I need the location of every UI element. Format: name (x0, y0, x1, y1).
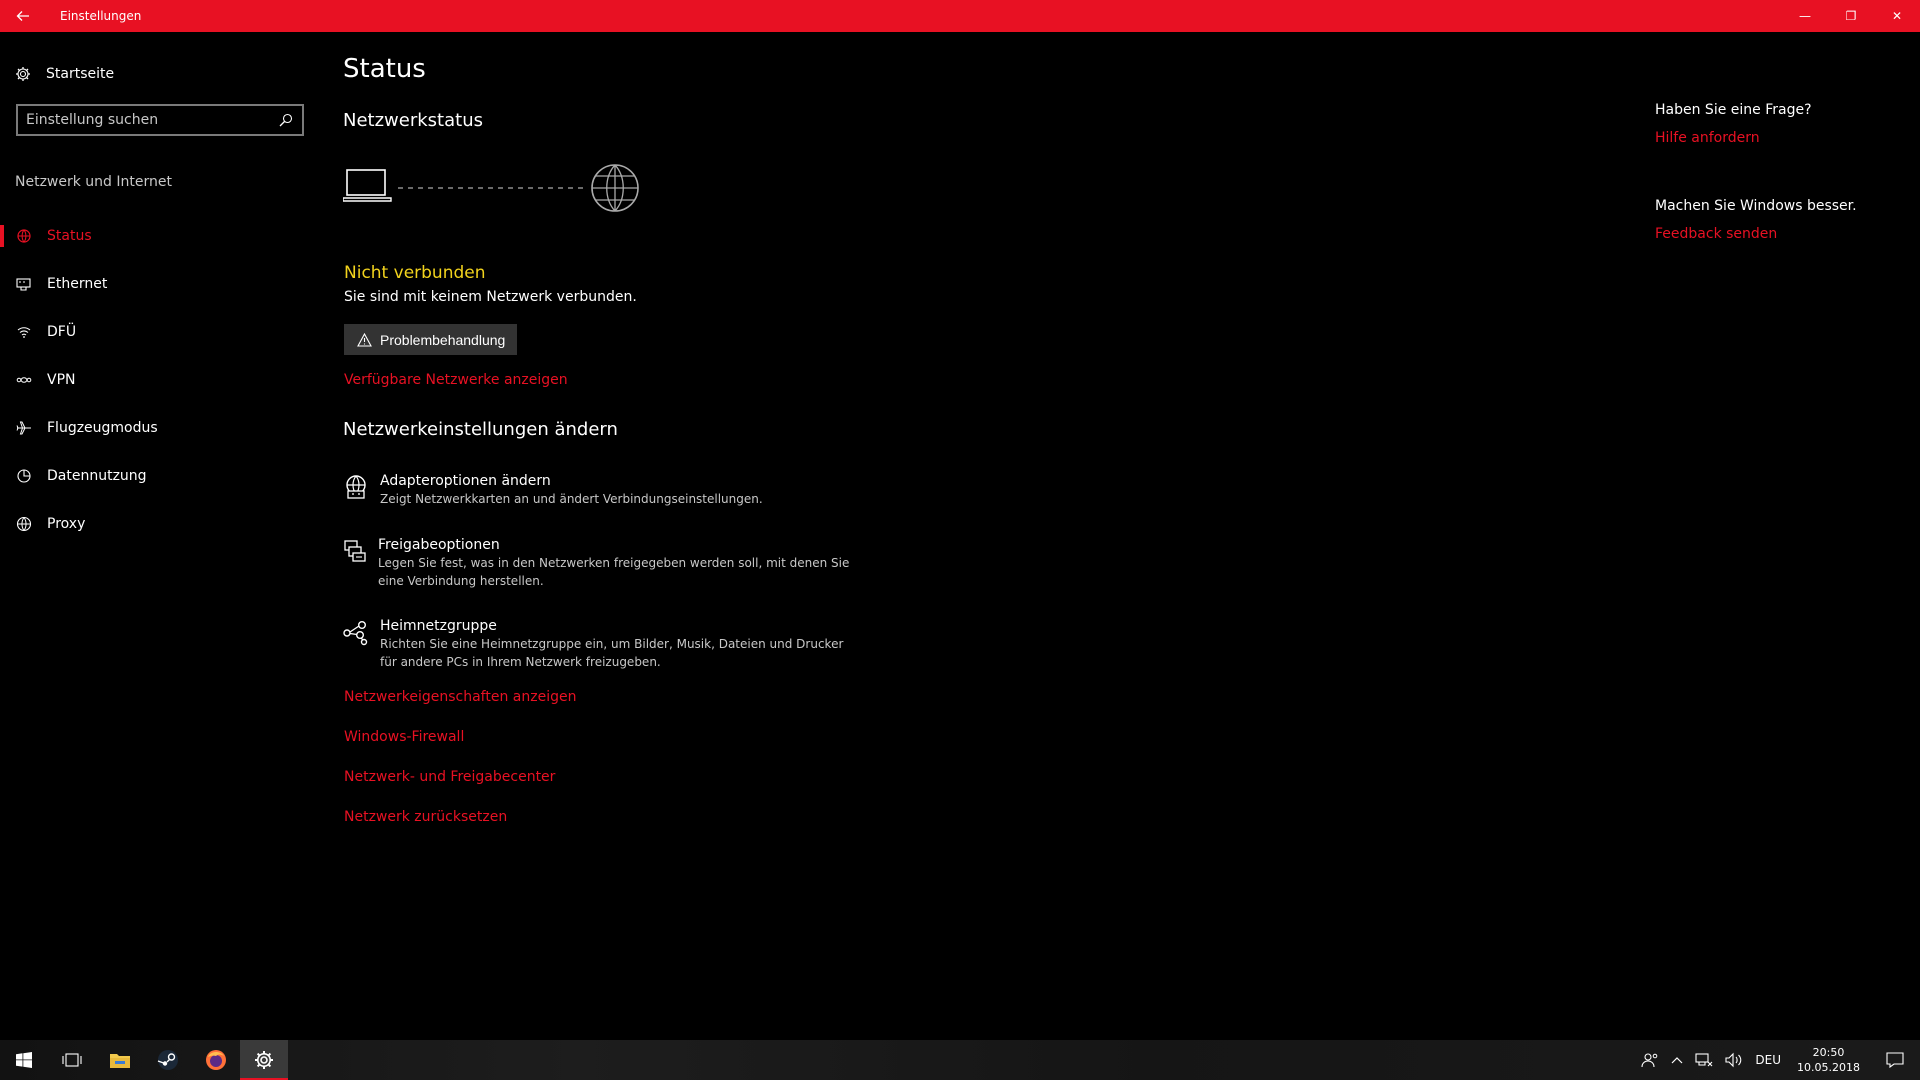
sidebar: Startseite Netzwerk und Internet Status … (0, 32, 320, 1038)
window-controls: — ❐ ✕ (1782, 0, 1920, 32)
option-description: Richten Sie eine Heimnetzgruppe ein, um … (380, 637, 844, 669)
restore-button[interactable]: ❐ (1828, 0, 1874, 32)
people-icon (1641, 1053, 1658, 1068)
sidebar-item-label: Datennutzung (47, 468, 147, 484)
folder-icon (110, 1054, 130, 1068)
sidebar-nav: Status Ethernet DFÜ VPN Flugzeugmodus Da… (0, 212, 320, 548)
minimize-button[interactable]: — (1782, 0, 1828, 32)
back-arrow-icon (16, 11, 29, 21)
sidebar-item-dfu[interactable]: DFÜ (0, 308, 320, 356)
option-adapter[interactable]: Adapteroptionen ändern Zeigt Netzwerkkar… (343, 473, 863, 508)
sidebar-item-status[interactable]: Status (0, 212, 320, 260)
option-title: Freigabeoptionen (378, 537, 500, 553)
available-networks-link[interactable]: Verfügbare Netzwerke anzeigen (344, 372, 568, 388)
status-icon (15, 227, 33, 245)
speaker-icon (1725, 1052, 1742, 1068)
connection-status-title: Nicht verbunden (344, 263, 486, 283)
network-status-heading: Netzwerkstatus (343, 110, 483, 131)
option-description: Legen Sie fest, was in den Netzwerken fr… (378, 556, 850, 588)
clock-time: 20:50 (1812, 1046, 1845, 1059)
sharing-icon (343, 539, 367, 565)
option-title: Heimnetzgruppe (380, 618, 497, 634)
clock-date: 10.05.2018 (1797, 1061, 1860, 1074)
task-view-icon (62, 1053, 82, 1067)
warning-icon (356, 332, 372, 348)
network-sharing-center-link[interactable]: Netzwerk- und Freigabecenter (344, 769, 555, 785)
improve-heading: Machen Sie Windows besser. (1655, 198, 1857, 214)
network-tray-button[interactable] (1689, 1040, 1719, 1080)
network-reset-link[interactable]: Netzwerk zurücksetzen (344, 809, 507, 825)
start-button[interactable] (0, 1040, 48, 1080)
steam-taskbar-button[interactable] (144, 1040, 192, 1080)
connection-status-description: Sie sind mit keinem Netzwerk verbunden. (344, 289, 637, 305)
back-button[interactable] (0, 0, 46, 32)
troubleshoot-label: Problembehandlung (380, 331, 506, 348)
network-diagram (342, 160, 643, 220)
search-box[interactable] (16, 104, 304, 136)
people-tray-button[interactable] (1635, 1040, 1665, 1080)
option-homegroup[interactable]: Heimnetzgruppe Richten Sie eine Heimnetz… (343, 618, 863, 671)
troubleshoot-button[interactable]: Problembehandlung (344, 324, 518, 355)
option-title: Adapteroptionen ändern (380, 473, 551, 489)
network-properties-link[interactable]: Netzwerkeigenschaften anzeigen (344, 689, 576, 705)
action-center-button[interactable] (1870, 1040, 1920, 1080)
gear-icon (14, 65, 32, 83)
sidebar-item-label: DFÜ (47, 324, 77, 340)
sidebar-item-proxy[interactable]: Proxy (0, 500, 320, 548)
window-title: Einstellungen (60, 9, 142, 23)
volume-tray-button[interactable] (1719, 1040, 1749, 1080)
task-view-button[interactable] (48, 1040, 96, 1080)
airplane-icon (15, 419, 33, 437)
language-indicator[interactable]: DEU (1749, 1040, 1787, 1080)
sidebar-item-airplane[interactable]: Flugzeugmodus (0, 404, 320, 452)
firefox-taskbar-button[interactable] (192, 1040, 240, 1080)
clock[interactable]: 20:50 10.05.2018 (1787, 1045, 1870, 1075)
system-tray: DEU 20:50 10.05.2018 (1635, 1040, 1920, 1080)
ethernet-icon (15, 275, 33, 293)
sidebar-item-label: Ethernet (47, 276, 108, 292)
title-bar: Einstellungen — ❐ ✕ (0, 0, 1920, 32)
section-label: Netzwerk und Internet (15, 174, 172, 190)
chevron-up-icon (1671, 1057, 1683, 1064)
taskbar: DEU 20:50 10.05.2018 (0, 1040, 1920, 1080)
feedback-link[interactable]: Feedback senden (1655, 226, 1777, 242)
dialup-icon (15, 323, 33, 341)
globe-icon (15, 515, 33, 533)
steam-icon (157, 1050, 178, 1070)
adapter-icon (343, 475, 369, 501)
explorer-taskbar-button[interactable] (96, 1040, 144, 1080)
windows-firewall-link[interactable]: Windows-Firewall (344, 729, 464, 745)
sidebar-item-ethernet[interactable]: Ethernet (0, 260, 320, 308)
close-button[interactable]: ✕ (1874, 0, 1920, 32)
windows-logo-icon (16, 1052, 32, 1068)
notification-icon (1886, 1052, 1904, 1068)
sidebar-item-label: Flugzeugmodus (47, 420, 158, 436)
sidebar-item-vpn[interactable]: VPN (0, 356, 320, 404)
vpn-icon (15, 371, 33, 389)
settings-taskbar-button[interactable] (240, 1040, 288, 1080)
home-link[interactable]: Startseite (14, 62, 114, 86)
sidebar-item-label: VPN (47, 372, 76, 388)
sidebar-item-data-usage[interactable]: Datennutzung (0, 452, 320, 500)
homegroup-icon (343, 620, 369, 646)
page-title: Status (343, 54, 426, 84)
question-heading: Haben Sie eine Frage? (1655, 102, 1812, 118)
get-help-link[interactable]: Hilfe anfordern (1655, 130, 1760, 146)
internet-globe-icon (591, 164, 639, 212)
network-disconnected-icon (1695, 1053, 1713, 1067)
sidebar-item-label: Proxy (47, 516, 86, 532)
show-hidden-icons-button[interactable] (1665, 1040, 1689, 1080)
sidebar-item-label: Status (47, 228, 92, 244)
data-usage-icon (15, 467, 33, 485)
option-description: Zeigt Netzwerkkarten an und ändert Verbi… (380, 492, 763, 506)
home-label: Startseite (46, 66, 115, 82)
search-icon[interactable] (278, 112, 294, 128)
option-sharing[interactable]: Freigabeoptionen Legen Sie fest, was in … (343, 537, 863, 590)
change-settings-heading: Netzwerkeinstellungen ändern (343, 419, 618, 440)
settings-gear-icon (255, 1051, 273, 1069)
laptop-icon (342, 169, 392, 202)
firefox-icon (206, 1050, 226, 1070)
search-input[interactable] (26, 112, 278, 128)
